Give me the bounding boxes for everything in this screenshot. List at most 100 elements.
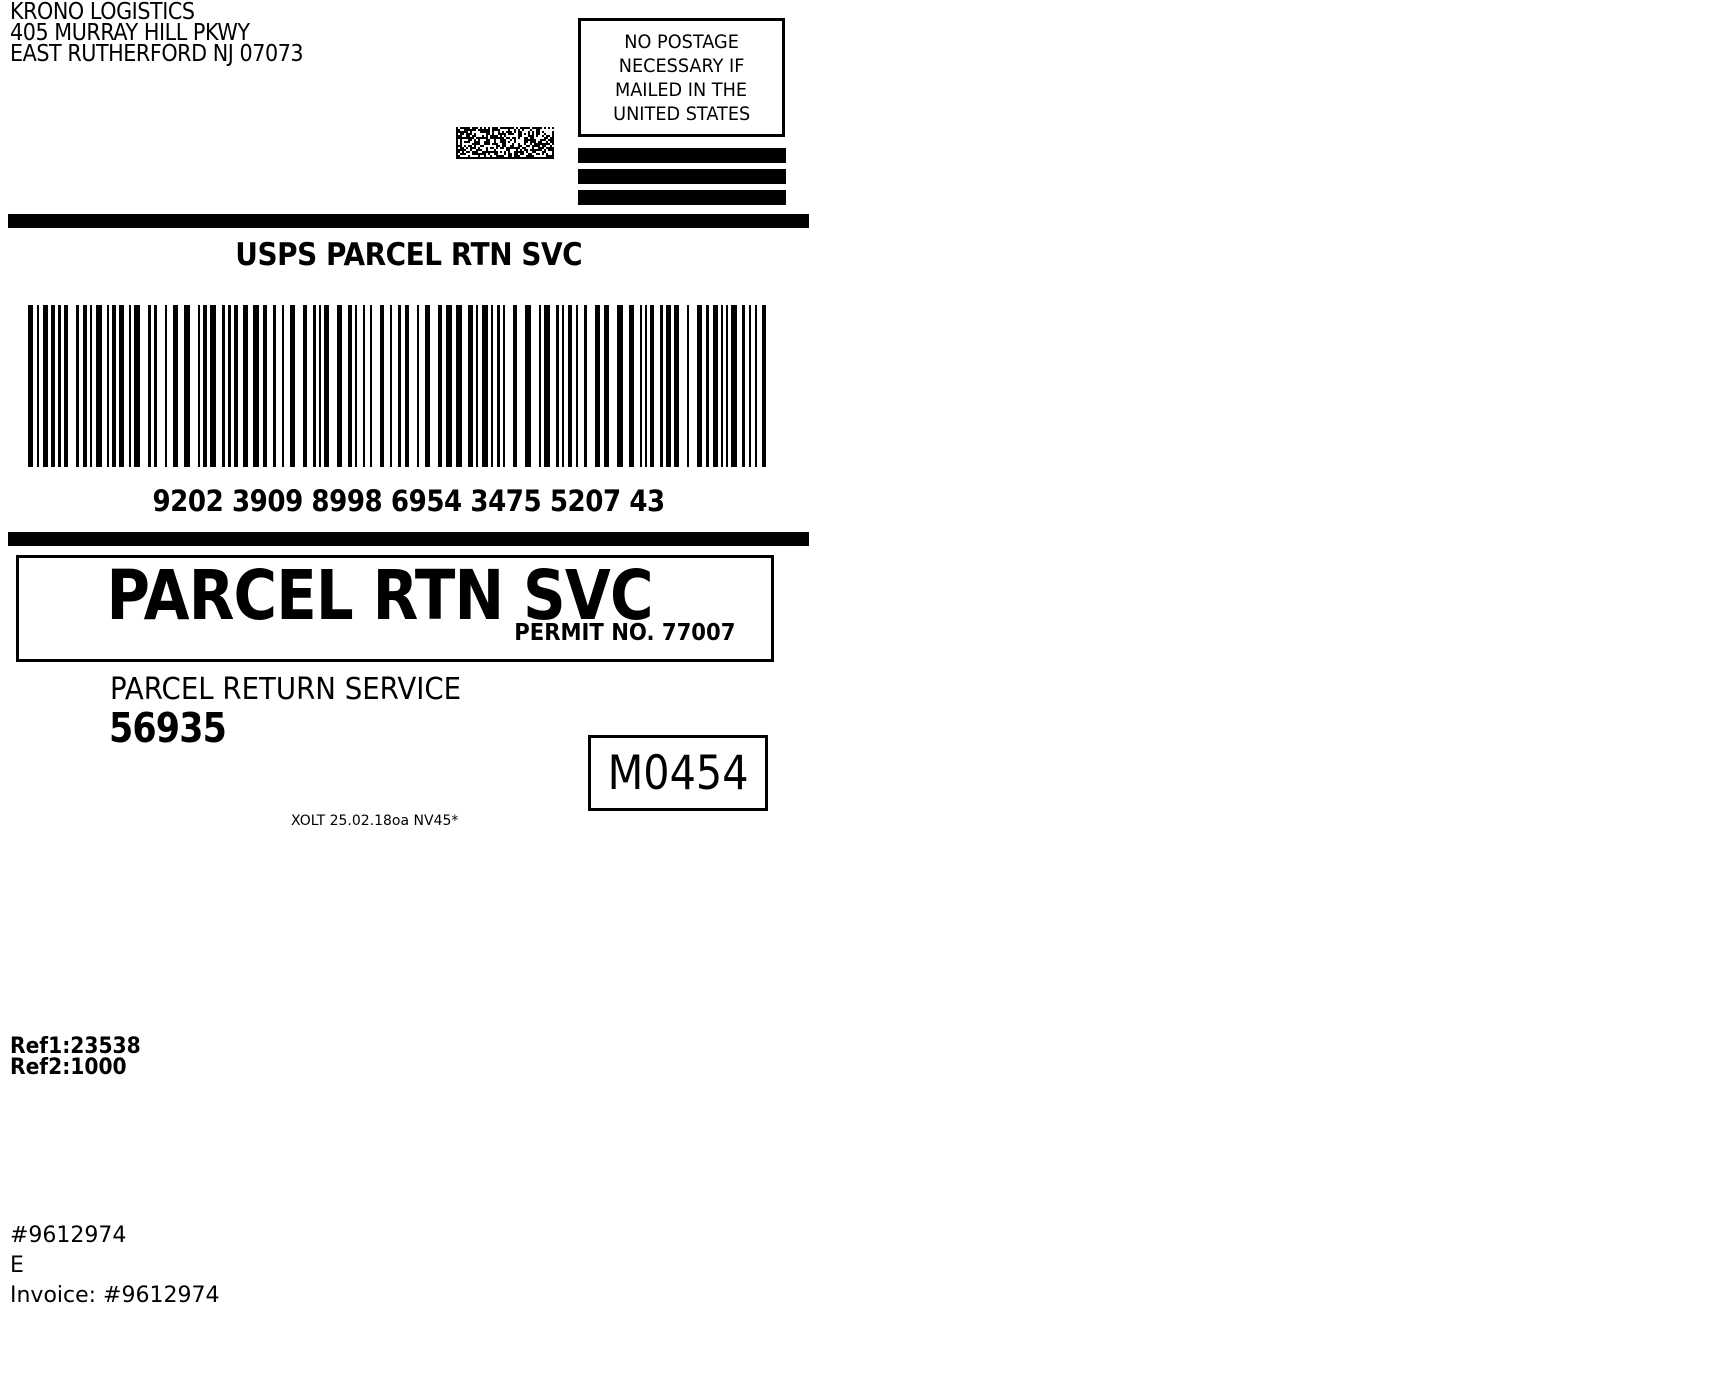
matrix-module (478, 147, 480, 149)
postage-line-3: MAILED IN THE (615, 78, 748, 101)
matrix-module (540, 141, 542, 143)
matrix-module (508, 155, 510, 157)
matrix-module (468, 151, 470, 153)
top-divider (8, 214, 809, 228)
matrix-module (544, 127, 546, 129)
barcode-bar (497, 305, 500, 467)
matrix-module (526, 149, 528, 151)
matrix-module (474, 129, 476, 131)
matrix-module (526, 137, 528, 139)
barcode-bar (687, 305, 689, 467)
barcode-bar (562, 305, 564, 467)
matrix-module (514, 141, 516, 143)
matrix-module (508, 133, 510, 135)
matrix-module (534, 127, 536, 129)
matrix-module (458, 157, 460, 159)
matrix-module (478, 129, 480, 131)
matrix-module (528, 127, 530, 129)
matrix-module (510, 147, 512, 149)
barcode-bar (731, 305, 737, 467)
barcode-bar (228, 305, 231, 467)
matrix-module (492, 143, 494, 145)
matrix-module (478, 139, 480, 141)
matrix-module (496, 129, 498, 131)
matrix-module (532, 151, 534, 153)
matrix-module (474, 153, 476, 155)
barcode-bar (173, 305, 178, 467)
matrix-module (506, 147, 508, 149)
matrix-module (544, 137, 546, 139)
matrix-module (464, 141, 466, 143)
barcode-bar (319, 305, 321, 467)
barcode-bar (348, 305, 352, 467)
reference-1: Ref1:23538 (10, 1034, 141, 1059)
matrix-module (468, 129, 470, 131)
matrix-module (546, 141, 548, 143)
matrix-module (494, 143, 496, 145)
matrix-module (474, 141, 476, 143)
matrix-module (510, 145, 512, 147)
barcode-bar (697, 305, 702, 467)
barcode-bar (380, 305, 384, 467)
matrix-module (552, 127, 554, 129)
matrix-module (502, 133, 504, 135)
matrix-module (526, 155, 528, 157)
barcode-bar (726, 305, 728, 467)
matrix-module (506, 131, 508, 133)
matrix-module (458, 151, 460, 153)
matrix-module (504, 143, 506, 145)
matrix-module (538, 141, 540, 143)
barcode-bar (112, 305, 116, 467)
matrix-module (496, 127, 498, 129)
matrix-module (526, 139, 528, 141)
matrix-module (460, 127, 462, 129)
matrix-module (456, 151, 458, 153)
matrix-module (510, 127, 512, 129)
barcode-bar (253, 305, 259, 467)
matrix-module (532, 127, 534, 129)
matrix-module (500, 137, 502, 139)
matrix-module (534, 151, 536, 153)
matrix-module (536, 145, 538, 147)
barcode-bar (134, 305, 140, 467)
matrix-module (484, 155, 486, 157)
matrix-module (552, 153, 554, 155)
matrix-module (538, 129, 540, 131)
matrix-module (500, 151, 502, 153)
matrix-module (550, 157, 552, 159)
route-code-box: M0454 (588, 735, 768, 811)
matrix-module (490, 155, 492, 157)
matrix-module (538, 127, 540, 129)
matrix-module (492, 131, 494, 133)
matrix-module (532, 145, 534, 147)
matrix-module (536, 131, 538, 133)
matrix-module (552, 135, 554, 137)
matrix-module (476, 143, 478, 145)
matrix-module (478, 157, 480, 159)
barcode-bar (456, 305, 462, 467)
matrix-module (474, 139, 476, 141)
matrix-module (550, 139, 552, 141)
matrix-module (512, 145, 514, 147)
matrix-module (470, 145, 472, 147)
matrix-module (460, 133, 462, 135)
tracking-number: 9202 3909 8998 6954 3475 5207 43 (152, 484, 665, 518)
matrix-module (524, 149, 526, 151)
matrix-module (492, 133, 494, 135)
barcode-bar (650, 305, 654, 467)
matrix-module (552, 149, 554, 151)
matrix-module (480, 137, 482, 139)
matrix-module (466, 147, 468, 149)
matrix-module (472, 135, 474, 137)
matrix-module (492, 135, 494, 137)
matrix-module (466, 135, 468, 137)
barcode-bar (476, 305, 478, 467)
barcode-bar (713, 305, 718, 467)
matrix-module (484, 129, 486, 131)
matrix-module (460, 149, 462, 151)
matrix-module (542, 131, 544, 133)
matrix-module (528, 157, 530, 159)
matrix-module (546, 155, 548, 157)
note-invoice: Invoice: #9612974 (10, 1283, 220, 1308)
matrix-module (496, 143, 498, 145)
